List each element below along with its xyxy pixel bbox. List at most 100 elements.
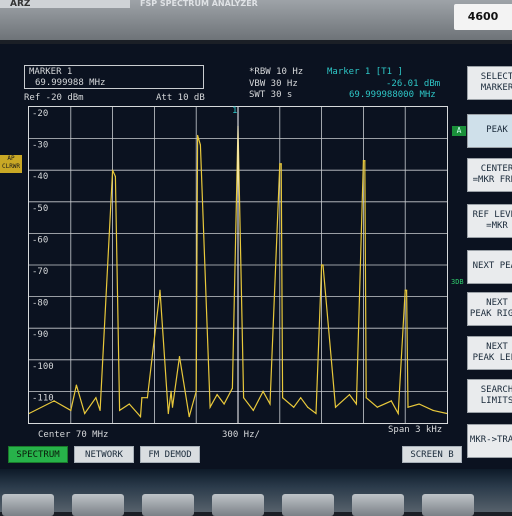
softkey-label: LIMITS [480, 396, 512, 406]
trace-point [209, 406, 211, 408]
trace-point [114, 175, 116, 178]
hardkey[interactable] [282, 494, 334, 516]
softkey-peak[interactable]: PEAK [467, 114, 512, 148]
trace-point [376, 406, 378, 408]
trace-point [53, 400, 55, 402]
trace-point [404, 289, 406, 291]
trace-point [196, 134, 199, 137]
hardkey[interactable] [2, 494, 54, 516]
trace-point [188, 416, 190, 418]
marker-readout-box: MARKER 1 69.999988 MHz [24, 65, 204, 89]
hardkey[interactable] [212, 494, 264, 516]
softkey-next-peak-left[interactable]: NEXT PEAK LEFT [467, 336, 512, 370]
marker-level: -26.01 dBm [386, 79, 441, 89]
trace-point [432, 409, 434, 411]
softkey-next-peak[interactable]: NEXT PEAK [467, 250, 512, 284]
vbw-label: VBW 30 Hz [249, 79, 298, 89]
trace-point [231, 387, 234, 389]
trace-point [195, 390, 197, 392]
trace-point [139, 416, 142, 418]
softkey-center-mkr-freq[interactable]: CENTER =MKR FREQ [467, 158, 512, 192]
trace-point [321, 264, 323, 266]
softkey-search-limits[interactable]: SEARCH LIMITS [467, 379, 512, 413]
asset-tag: 4600 [454, 4, 512, 30]
trace-point [365, 397, 367, 399]
swt-label: SWT 30 s [249, 90, 293, 100]
marker-readout-frequency: 69.999988 MHz [35, 78, 106, 88]
softkey-label: SEARCH [480, 385, 512, 395]
trace-point [418, 403, 420, 405]
trace-point [390, 400, 392, 402]
softkey-label: CENTER [480, 164, 512, 174]
trace-point [334, 406, 337, 408]
trace-point [95, 397, 97, 399]
trace-point [405, 289, 408, 291]
tab-spectrum[interactable]: SPECTRUM [8, 446, 68, 463]
trace-point [269, 403, 271, 405]
instrument-bezel-top: ARZ FSP SPECTRUM ANALYZER 4600 [0, 0, 512, 40]
analyzer-screen: MARKER 1 69.999988 MHz Ref -20 dBm Att 1… [0, 44, 512, 469]
div-label: 300 Hz/ [222, 430, 260, 440]
trace-point [171, 406, 174, 408]
tab-network[interactable]: NETWORK [74, 446, 134, 463]
marker-flag: 1 [232, 106, 238, 116]
y-tick-label: -40 [32, 172, 48, 182]
trace-point [355, 403, 358, 405]
brand-label: ARZ [0, 0, 130, 8]
softkey-next-peak-right[interactable]: NEXT PEAK RIGHT [467, 292, 512, 326]
trace-point [128, 403, 130, 405]
marker-frequency: 69.999988000 MHz [349, 90, 436, 100]
trace-point [279, 163, 281, 165]
trace-point [252, 409, 254, 411]
trace-point [167, 412, 169, 415]
trace-point [118, 409, 121, 411]
trace-point [216, 393, 218, 396]
softkey-select-marker[interactable]: SELECT MARKER [467, 66, 512, 100]
tab-fm-demod[interactable]: FM DEMOD [140, 446, 200, 463]
trace-point [84, 412, 86, 415]
trace-point [99, 409, 101, 411]
softkey-label: =MKR [486, 221, 508, 231]
trace-point [223, 403, 225, 405]
softkey-label: SELECT [480, 72, 512, 82]
softkey-label: NEXT PEAK [472, 261, 512, 271]
softkey-label: PEAK RIGHT [469, 309, 512, 319]
rbw-label: *RBW 10 Hz [249, 67, 304, 77]
hardkey[interactable] [422, 494, 474, 516]
trace-point [242, 397, 245, 399]
softkey-label: MKR->TRACE [469, 435, 512, 445]
hardkey[interactable] [72, 494, 124, 516]
ref-level-label: Ref -20 dBm [24, 93, 84, 103]
trace-point [112, 169, 114, 171]
y-tick-label: -90 [32, 330, 48, 340]
trace-point [300, 397, 302, 399]
hardkey[interactable] [352, 494, 404, 516]
y-tick-label: -100 [32, 362, 54, 372]
trace-point [281, 397, 284, 399]
trace-point [262, 390, 264, 392]
trace-point [348, 393, 351, 396]
trace-point [178, 356, 181, 358]
marker-header: Marker 1 [T1 ] [327, 67, 403, 77]
y-tick-label: -30 [32, 141, 48, 151]
y-tick-label: -80 [32, 299, 48, 309]
trace-point [293, 406, 295, 408]
y-tick-label: -70 [32, 267, 48, 277]
softkey-mkr-trace[interactable]: MKR->TRACE [467, 424, 512, 458]
spectrum-plot: -20 -30 -40 -50 -60 -70 -80 -90 -100 -110 [28, 106, 448, 424]
attenuation-label: Att 10 dB [156, 93, 205, 103]
trace-point [364, 160, 366, 162]
y-tick-label: -60 [32, 235, 48, 245]
softkey-label: MARKER [480, 83, 512, 93]
y-tick-label: -20 [32, 109, 48, 119]
tab-screen-b[interactable]: SCREEN B [402, 446, 462, 463]
y-tick-label: -50 [32, 204, 48, 214]
trace-point [70, 409, 72, 411]
spectrum-chart-svg: -20 -30 -40 -50 -60 -70 -80 -90 -100 -110 [29, 107, 447, 423]
trace-point [146, 397, 149, 399]
span-label: Span 3 kHz [388, 425, 443, 435]
model-label: FSP SPECTRUM ANALYZER [140, 0, 258, 8]
softkey-ref-level-mkr[interactable]: REF LEVEL =MKR [467, 204, 512, 238]
hardkey[interactable] [142, 494, 194, 516]
softkey-label: PEAK LEFT [472, 353, 512, 363]
